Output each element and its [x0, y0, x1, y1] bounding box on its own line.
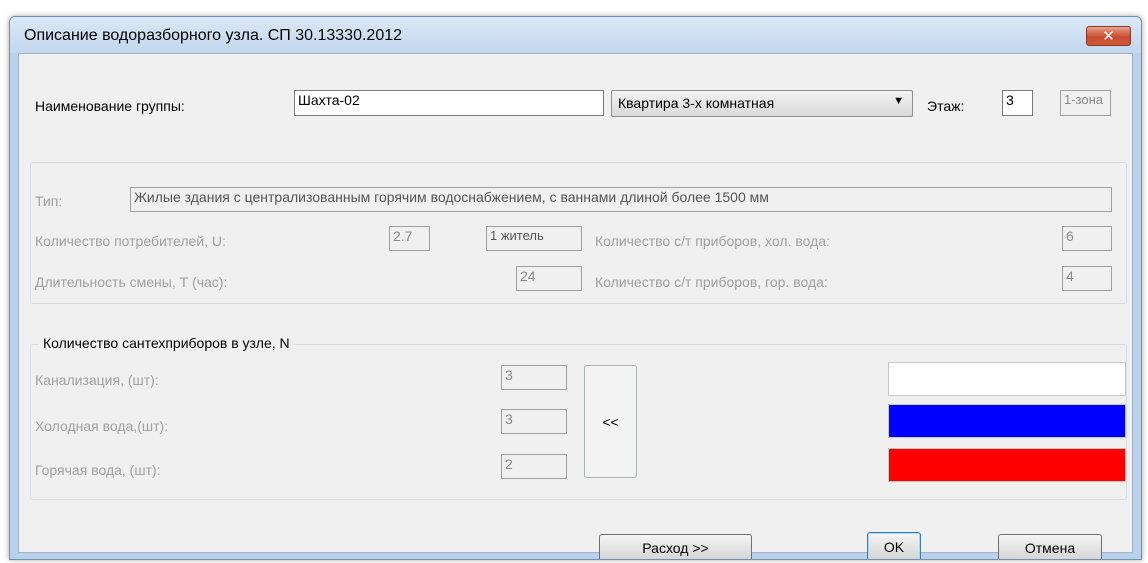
cold-water-color-swatch	[888, 404, 1126, 438]
floor-label: Этаж:	[927, 98, 965, 114]
transfer-button[interactable]: <<	[584, 365, 637, 478]
hot-water-color-swatch	[888, 448, 1126, 482]
chevron-down-icon: ▼	[893, 95, 904, 107]
group-name-input[interactable]: Шахта-02	[294, 90, 604, 116]
dialog-window: Описание водоразборного узла. СП 30.1333…	[9, 16, 1142, 560]
flow-button[interactable]: Расход >>	[599, 534, 752, 559]
close-icon: ✕	[1102, 28, 1115, 45]
type-label: Тип:	[35, 193, 63, 209]
cold-devices-label: Количество с/т приборов, хол. вода:	[595, 233, 830, 249]
fixtures-group-title: Количество сантехприборов в узле, N	[39, 335, 294, 351]
ok-button[interactable]: OK	[867, 532, 921, 559]
sewer-field: 3	[501, 365, 567, 390]
title-bar: Описание водоразборного узла. СП 30.1333…	[10, 17, 1141, 53]
hot-devices-field: 4	[1062, 266, 1112, 291]
cancel-button[interactable]: Отмена	[998, 534, 1102, 559]
consumers-field: 2.7	[389, 226, 430, 251]
consumers-label: Количество потребителей, U:	[35, 233, 226, 249]
group-name-label: Наименование группы:	[35, 98, 185, 114]
shift-field: 24	[516, 266, 582, 291]
consumers-unit-field: 1 житель	[486, 226, 582, 251]
shift-label: Длительность смены, Т (час):	[35, 274, 228, 290]
cold-devices-field: 6	[1062, 226, 1112, 251]
apartment-type-select[interactable]: Квартира 3-х комнатная ▼	[611, 90, 913, 117]
close-button[interactable]: ✕	[1086, 26, 1131, 46]
sewer-color-swatch	[888, 362, 1126, 396]
zone-field: 1-зона	[1060, 90, 1111, 116]
sewer-label: Канализация, (шт):	[35, 372, 159, 388]
hot-water-label: Горячая вода, (шт):	[35, 462, 161, 478]
floor-input[interactable]: 3	[1002, 90, 1033, 116]
cold-water-label: Холодная вода,(шт):	[35, 418, 169, 434]
hot-devices-label: Количество с/т приборов, гор. вода:	[595, 274, 828, 290]
apartment-type-value: Квартира 3-х комнатная	[618, 95, 775, 111]
dialog-client: Наименование группы: Шахта-02 Квартира 3…	[18, 53, 1133, 559]
hot-water-field: 2	[501, 454, 567, 479]
window-title: Описание водоразборного узла. СП 30.1333…	[24, 27, 403, 44]
cold-water-field: 3	[501, 409, 567, 434]
type-field: Жилые здания с централизованным горячим …	[130, 187, 1112, 212]
